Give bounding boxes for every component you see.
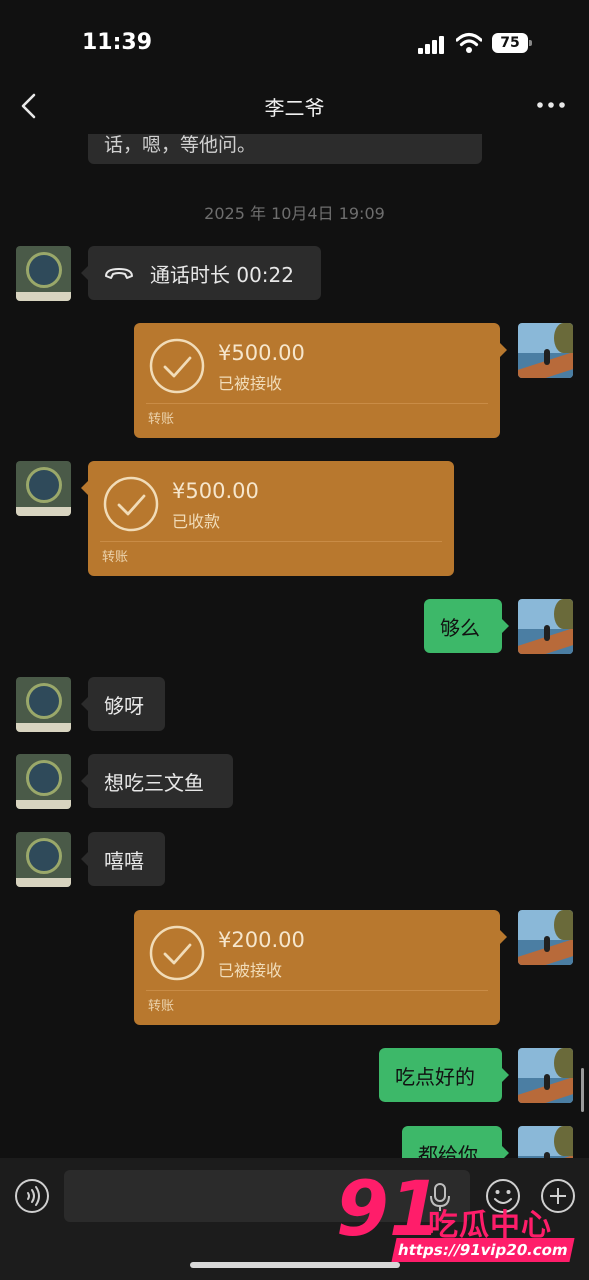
site-watermark: 91 吃瓜中心 https://91vip20.com: [336, 1164, 576, 1268]
message-bubble-sent[interactable]: 都给你: [402, 1126, 509, 1158]
transfer-card[interactable]: ¥200.00 已被接收 转账: [134, 910, 507, 1025]
cellular-signal-icon: [418, 36, 444, 54]
status-time: 11:39: [82, 30, 153, 55]
message-list[interactable]: 话，嗯，等他问。 2025 年 10月4日 19:09 通话时长 00:22 ¥…: [0, 134, 589, 1158]
wifi-icon: [456, 32, 482, 53]
transfer-label: 转账: [148, 412, 175, 427]
call-record-bubble[interactable]: 通话时长 00:22: [81, 246, 321, 300]
battery-indicator: 75: [492, 33, 532, 53]
check-circle-icon: [149, 925, 205, 981]
transfer-status: 已被接收: [218, 374, 283, 393]
self-avatar[interactable]: [518, 323, 573, 378]
call-duration-text: 通话时长 00:22: [150, 262, 294, 287]
self-avatar[interactable]: [518, 599, 573, 654]
status-bar: 11:39 75: [0, 0, 589, 80]
message-bubble-sent[interactable]: 吃点好的: [379, 1048, 509, 1102]
message-bubble-partial[interactable]: 话，嗯，等他问。: [88, 134, 482, 164]
nav-bar: 李二爷: [0, 80, 589, 134]
transfer-divider: [146, 990, 488, 991]
phone-call-icon: [105, 268, 133, 279]
scrollbar[interactable]: [581, 1068, 584, 1112]
battery-level: 75: [492, 33, 528, 53]
transfer-divider: [100, 541, 442, 542]
check-circle-icon: [149, 338, 205, 394]
transfer-card[interactable]: ¥500.00 已收款 转账: [81, 461, 454, 576]
contact-avatar[interactable]: [16, 461, 71, 516]
contact-avatar[interactable]: [16, 246, 71, 301]
transfer-amount: ¥200.00: [218, 928, 305, 952]
transfer-card[interactable]: ¥500.00 已被接收 转账: [134, 323, 507, 438]
message-bubble-received[interactable]: 想吃三文鱼: [81, 754, 233, 808]
message-bubble-sent[interactable]: 够么: [424, 599, 509, 653]
transfer-divider: [146, 403, 488, 404]
contact-avatar[interactable]: [16, 754, 71, 809]
transfer-status: 已被接收: [218, 961, 283, 980]
message-bubble-received[interactable]: 嘻嘻: [81, 832, 165, 886]
watermark-url: https://91vip20.com: [391, 1238, 575, 1262]
self-avatar[interactable]: [518, 1048, 573, 1103]
contact-avatar[interactable]: [16, 832, 71, 887]
contact-avatar[interactable]: [16, 677, 71, 732]
transfer-label: 转账: [148, 999, 175, 1014]
message-bubble-received[interactable]: 够呀: [81, 677, 165, 731]
self-avatar[interactable]: [518, 910, 573, 965]
transfer-amount: ¥500.00: [218, 341, 305, 365]
transfer-amount: ¥500.00: [172, 479, 259, 503]
voice-toggle-icon[interactable]: [14, 1178, 50, 1214]
chat-title: 李二爷: [264, 96, 325, 120]
battery-tip: [529, 40, 532, 46]
message-timestamp: 2025 年 10月4日 19:09: [204, 204, 385, 223]
check-circle-icon: [103, 476, 159, 532]
transfer-status: 已收款: [172, 512, 221, 531]
more-dots-icon[interactable]: [536, 100, 566, 110]
self-avatar[interactable]: [518, 1126, 573, 1158]
transfer-label: 转账: [102, 550, 129, 565]
